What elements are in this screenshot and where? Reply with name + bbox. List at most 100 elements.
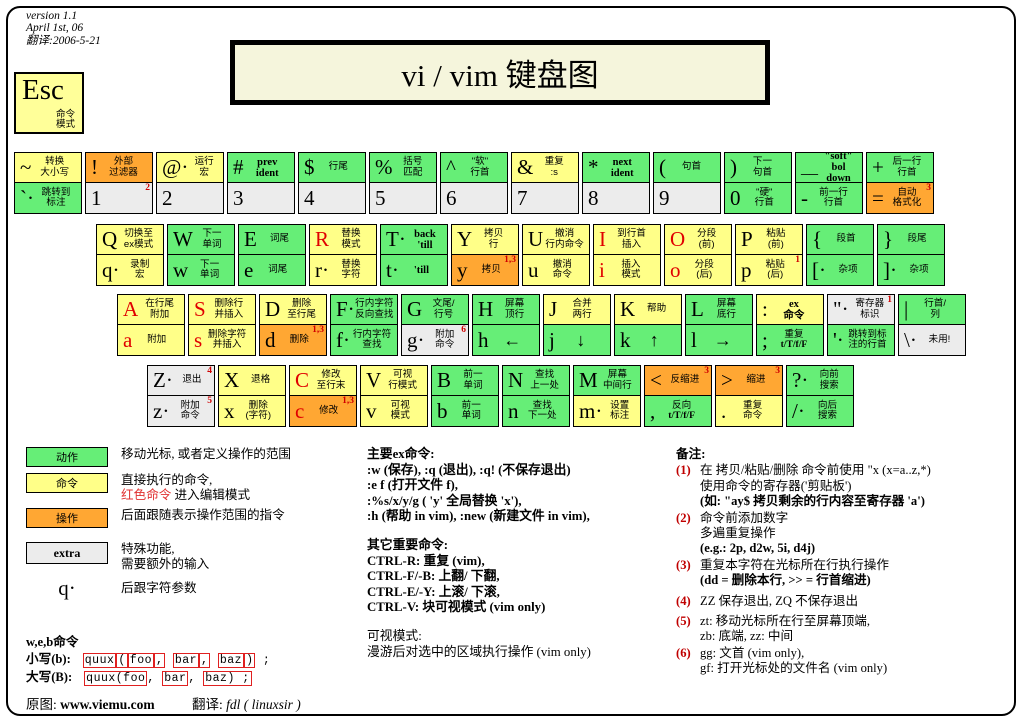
key-backslash-bottom[interactable]: \· 未用!	[899, 325, 965, 355]
key-lt[interactable]: < 反缩进 3, 反向 t/T/f/F	[644, 365, 712, 427]
key-j[interactable]: J 合并 两行 j ↓	[543, 294, 611, 356]
key-r[interactable]: R 替换 模式 r· 替换 字符	[309, 224, 377, 286]
key-v-top[interactable]: V 可视 行模式	[361, 366, 427, 396]
key-m-top[interactable]: M 屏幕 中间行	[574, 366, 640, 396]
key-t-top[interactable]: T· back'till	[381, 225, 447, 255]
amp-7-top[interactable]: & 重复:s	[512, 153, 578, 183]
hash-3[interactable]: # prev ident 3	[227, 152, 295, 214]
key-p[interactable]: P 粘贴 (前) p 粘贴 (后) 1	[735, 224, 803, 286]
at-2-bottom[interactable]: 2	[157, 183, 223, 213]
bang-1-top[interactable]: ! 外部 过滤器	[86, 153, 152, 183]
key-n-bottom[interactable]: n 查找 下一处	[503, 396, 569, 426]
caret-6-top[interactable]: ^ "软" 行首	[441, 153, 507, 183]
key-d-top[interactable]: D 删除 至行尾	[260, 295, 326, 325]
key-question-bottom[interactable]: /· 向后 搜索	[787, 396, 853, 426]
key-b[interactable]: B 前一 单词 b 前一 单词	[431, 365, 499, 427]
key-brace-open-bottom[interactable]: [· 杂项	[807, 255, 873, 285]
key-e[interactable]: E 词尾 e 词尾	[238, 224, 306, 286]
key-g-top[interactable]: G 文尾/行号	[402, 295, 468, 325]
key-d-bottom[interactable]: d 删除 1,3	[260, 325, 326, 355]
key-w[interactable]: W 下一 单词 w 下一 单词	[167, 224, 235, 286]
key-p-bottom[interactable]: p 粘贴 (后) 1	[736, 255, 802, 285]
key-s[interactable]: S 删除行 并插入 s 删除字符 并插入	[188, 294, 256, 356]
key-l-top[interactable]: L 屏幕 底行	[686, 295, 752, 325]
key-u[interactable]: U 撤消 行内命令 u 撤消 命令	[522, 224, 590, 286]
caret-6[interactable]: ^ "软" 行首 6	[440, 152, 508, 214]
tilde-backtick-bottom[interactable]: `· 跳转到 标注	[15, 183, 81, 213]
key-c-top[interactable]: C 修改 至行末	[290, 366, 356, 396]
underscore-minus[interactable]: __ "soft" bol down - 前一行 行首	[795, 152, 863, 214]
key-p-top[interactable]: P 粘贴 (前)	[736, 225, 802, 255]
at-2[interactable]: @· 运行宏 2	[156, 152, 224, 214]
dollar-4[interactable]: $ 行尾 4	[298, 152, 366, 214]
tilde-backtick-top[interactable]: ~ 转换 大小写	[15, 153, 81, 183]
underscore-minus-bottom[interactable]: - 前一行 行首	[796, 183, 862, 213]
key-y-bottom[interactable]: y 拷贝 1,3	[452, 255, 518, 285]
paren-close-0-bottom[interactable]: 0 "硬" 行首	[725, 183, 791, 213]
key-quote-top[interactable]: "· 寄存器 标识 1	[828, 295, 894, 325]
key-x[interactable]: X 退格 x 删除 (字符)	[218, 365, 286, 427]
key-q-top[interactable]: Q 切换至 ex模式	[97, 225, 163, 255]
key-gt-top[interactable]: > 缩进 3	[716, 366, 782, 396]
key-quote[interactable]: "· 寄存器 标识 1 '· 跳转到标 注的行首	[827, 294, 895, 356]
key-d[interactable]: D 删除 至行尾 d 删除 1,3	[259, 294, 327, 356]
plus-equal[interactable]: + 后一行 行首 = 自动 格式化 3	[866, 152, 934, 214]
key-h-bottom[interactable]: h ←	[473, 325, 539, 355]
key-l[interactable]: L 屏幕 底行 l →	[685, 294, 753, 356]
key-colon-bottom[interactable]: ; 重复 t/T/f/F	[757, 325, 823, 355]
key-i[interactable]: I 到行首 插入 i 插入 模式	[593, 224, 661, 286]
key-t-bottom[interactable]: t· 'till	[381, 255, 447, 285]
key-z-bottom[interactable]: z· 附加 命令 5	[148, 396, 214, 426]
paren-open-9-bottom[interactable]: 9	[654, 183, 720, 213]
key-o-top[interactable]: O 分段 (前)	[665, 225, 731, 255]
key-r-top[interactable]: R 替换 模式	[310, 225, 376, 255]
star-8-bottom[interactable]: 8	[583, 183, 649, 213]
key-backslash-top[interactable]: | 行首/列	[899, 295, 965, 325]
key-brace-close[interactable]: } 段尾]· 杂项	[877, 224, 945, 286]
key-n[interactable]: N 查找 上一处 n 查找 下一处	[502, 365, 570, 427]
key-y-top[interactable]: Y 拷贝行	[452, 225, 518, 255]
key-q-bottom[interactable]: q· 录制宏	[97, 255, 163, 285]
key-u-top[interactable]: U 撤消 行内命令	[523, 225, 589, 255]
key-h-top[interactable]: H 屏幕 顶行	[473, 295, 539, 325]
key-f-bottom[interactable]: f· 行内字符 查找	[331, 325, 397, 355]
percent-5[interactable]: % 括号 匹配 5	[369, 152, 437, 214]
key-k[interactable]: K 帮助 k ↑	[614, 294, 682, 356]
key-s-top[interactable]: S 删除行 并插入	[189, 295, 255, 325]
key-l-bottom[interactable]: l →	[686, 325, 752, 355]
key-u-bottom[interactable]: u 撤消 命令	[523, 255, 589, 285]
key-brace-close-top[interactable]: } 段尾	[878, 225, 944, 255]
key-v[interactable]: V 可视 行模式 v 可视 模式	[360, 365, 428, 427]
key-lt-bottom[interactable]: , 反向 t/T/f/F	[645, 396, 711, 426]
key-n-top[interactable]: N 查找 上一处	[503, 366, 569, 396]
key-question-top[interactable]: ?· 向前 搜索	[787, 366, 853, 396]
key-e-bottom[interactable]: e 词尾	[239, 255, 305, 285]
plus-equal-top[interactable]: + 后一行 行首	[867, 153, 933, 183]
key-brace-open[interactable]: {段首 [· 杂项	[806, 224, 874, 286]
at-2-top[interactable]: @· 运行宏	[157, 153, 223, 183]
key-a-top[interactable]: A 在行尾 附加	[118, 295, 184, 325]
key-lt-top[interactable]: < 反缩进 3	[645, 366, 711, 396]
amp-7-bottom[interactable]: 7	[512, 183, 578, 213]
bang-1[interactable]: ! 外部 过滤器 1 2	[85, 152, 153, 214]
key-o-bottom[interactable]: o 分段 (后)	[665, 255, 731, 285]
key-b-top[interactable]: B 前一 单词	[432, 366, 498, 396]
hash-3-bottom[interactable]: 3	[228, 183, 294, 213]
key-a[interactable]: A 在行尾 附加 a 附加	[117, 294, 185, 356]
key-k-top[interactable]: K 帮助	[615, 295, 681, 325]
key-a-bottom[interactable]: a 附加	[118, 325, 184, 355]
paren-close-0-top[interactable]: ) 下一 句首	[725, 153, 791, 183]
key-e-top[interactable]: E 词尾	[239, 225, 305, 255]
percent-5-bottom[interactable]: 5	[370, 183, 436, 213]
paren-open-9[interactable]: (句首 9	[653, 152, 721, 214]
key-colon[interactable]: : ex 命令; 重复 t/T/f/F	[756, 294, 824, 356]
key-c[interactable]: C 修改 至行末 c 修改 1,3	[289, 365, 357, 427]
key-z[interactable]: Z· 退出 4 z· 附加 命令 5	[147, 365, 215, 427]
key-i-top[interactable]: I 到行首 插入	[594, 225, 660, 255]
key-f[interactable]: F· 行内字符 反向查找 f· 行内字符 查找	[330, 294, 398, 356]
key-g-bottom[interactable]: g· 附加 命令 6	[402, 325, 468, 355]
key-b-bottom[interactable]: b 前一 单词	[432, 396, 498, 426]
key-gt-bottom[interactable]: . 重复 命令	[716, 396, 782, 426]
key-esc[interactable]: Esc 命令 模式	[14, 72, 84, 134]
key-colon-top[interactable]: : ex 命令	[757, 295, 823, 325]
